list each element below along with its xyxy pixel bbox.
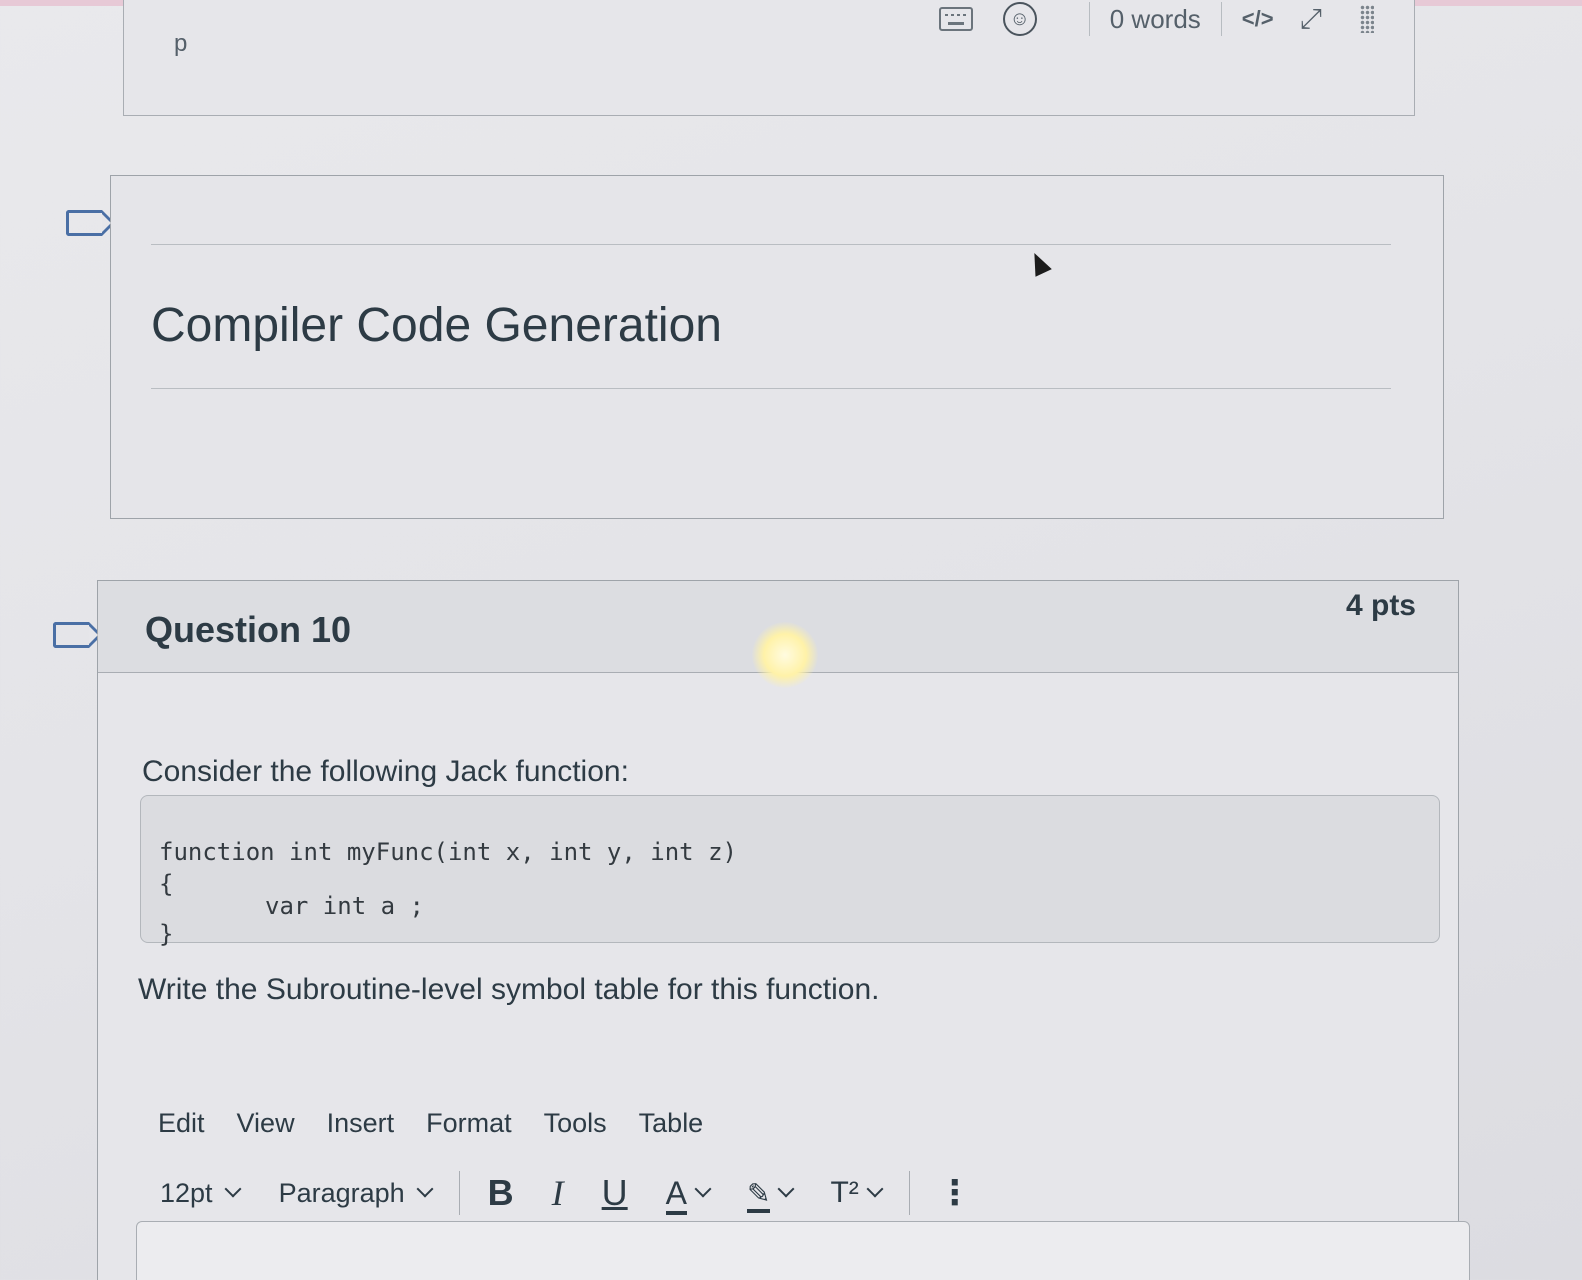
code-line: function int myFunc(int x, int y, int z): [159, 838, 737, 866]
chevron-down-icon: [694, 1180, 712, 1198]
chevron-down-icon: [224, 1180, 242, 1198]
answer-editor-area[interactable]: [136, 1221, 1470, 1280]
text-color-icon: A: [665, 1174, 687, 1211]
question-points: 4 pts: [1345, 589, 1416, 622]
code-line: var int a ;: [265, 892, 424, 920]
bold-button[interactable]: B: [488, 1172, 514, 1214]
code-block: function int myFunc(int x, int y, int z)…: [140, 795, 1440, 948]
block-format-select[interactable]: Paragraph: [278, 1177, 434, 1209]
highlight-button[interactable]: ✎: [747, 1177, 795, 1213]
font-size-select[interactable]: 12pt: [160, 1177, 242, 1209]
code-line: }: [159, 920, 174, 948]
superscript-button[interactable]: T²: [830, 1176, 884, 1210]
light-glare: [752, 622, 818, 688]
editor-menu-bar: Edit View Insert Format Tools Table: [158, 1108, 703, 1139]
divider: [151, 244, 1391, 245]
menu-view[interactable]: View: [237, 1108, 295, 1139]
menu-format[interactable]: Format: [426, 1108, 512, 1139]
font-size-value: 12pt: [160, 1177, 213, 1208]
html-editor-toggle[interactable]: </>: [1242, 6, 1274, 32]
divider: [151, 388, 1391, 389]
chevron-down-icon: [416, 1180, 434, 1198]
toolbar-divider: [458, 1171, 460, 1215]
color-swatch: [665, 1210, 687, 1215]
menu-insert[interactable]: Insert: [327, 1108, 395, 1139]
text-only-question: Compiler Code Generation: [110, 175, 1444, 519]
toolbar-divider: [908, 1171, 910, 1215]
chevron-down-icon: [777, 1180, 795, 1198]
menu-edit[interactable]: Edit: [158, 1108, 205, 1139]
status-divider: [1220, 2, 1222, 36]
italic-button[interactable]: I: [552, 1172, 564, 1214]
keyboard-icon[interactable]: [938, 7, 973, 31]
question-title: Question 10: [145, 609, 352, 650]
menu-table[interactable]: Table: [639, 1108, 704, 1139]
word-count[interactable]: 0 words: [1110, 4, 1201, 35]
question-instruction: Write the Subroutine-level symbol table …: [138, 973, 880, 1006]
color-swatch: [747, 1208, 771, 1213]
highlight-icon: ✎: [747, 1177, 771, 1209]
underline-button[interactable]: U: [602, 1172, 628, 1214]
element-path[interactable]: p: [174, 30, 187, 58]
question-intro: Consider the following Jack function:: [142, 755, 629, 788]
previous-answer-editor: p ☺ 0 words </> ⤢: [123, 0, 1415, 116]
flag-question-icon[interactable]: [53, 622, 102, 648]
superscript-icon: T²: [830, 1176, 859, 1209]
block-title: Compiler Code Generation: [151, 299, 722, 352]
fullscreen-resize-icon[interactable]: ⤢: [1300, 3, 1322, 36]
code-line: {: [159, 870, 174, 898]
text-color-button[interactable]: A: [665, 1174, 712, 1215]
menu-tools[interactable]: Tools: [544, 1108, 607, 1139]
more-options-button[interactable]: ⋮: [938, 1173, 972, 1213]
accessibility-icon[interactable]: ☺: [1002, 2, 1037, 36]
editor-status-bar: ☺ 0 words </> ⤢: [938, 2, 1374, 36]
status-divider: [1088, 2, 1090, 36]
chevron-down-icon: [866, 1180, 884, 1198]
editor-toolbar: 12pt Paragraph B I U A ✎ T² ⋮: [160, 1171, 1010, 1215]
drag-handle-icon[interactable]: [1360, 5, 1374, 33]
flag-question-icon[interactable]: [66, 210, 115, 236]
block-format-value: Paragraph: [278, 1177, 405, 1208]
